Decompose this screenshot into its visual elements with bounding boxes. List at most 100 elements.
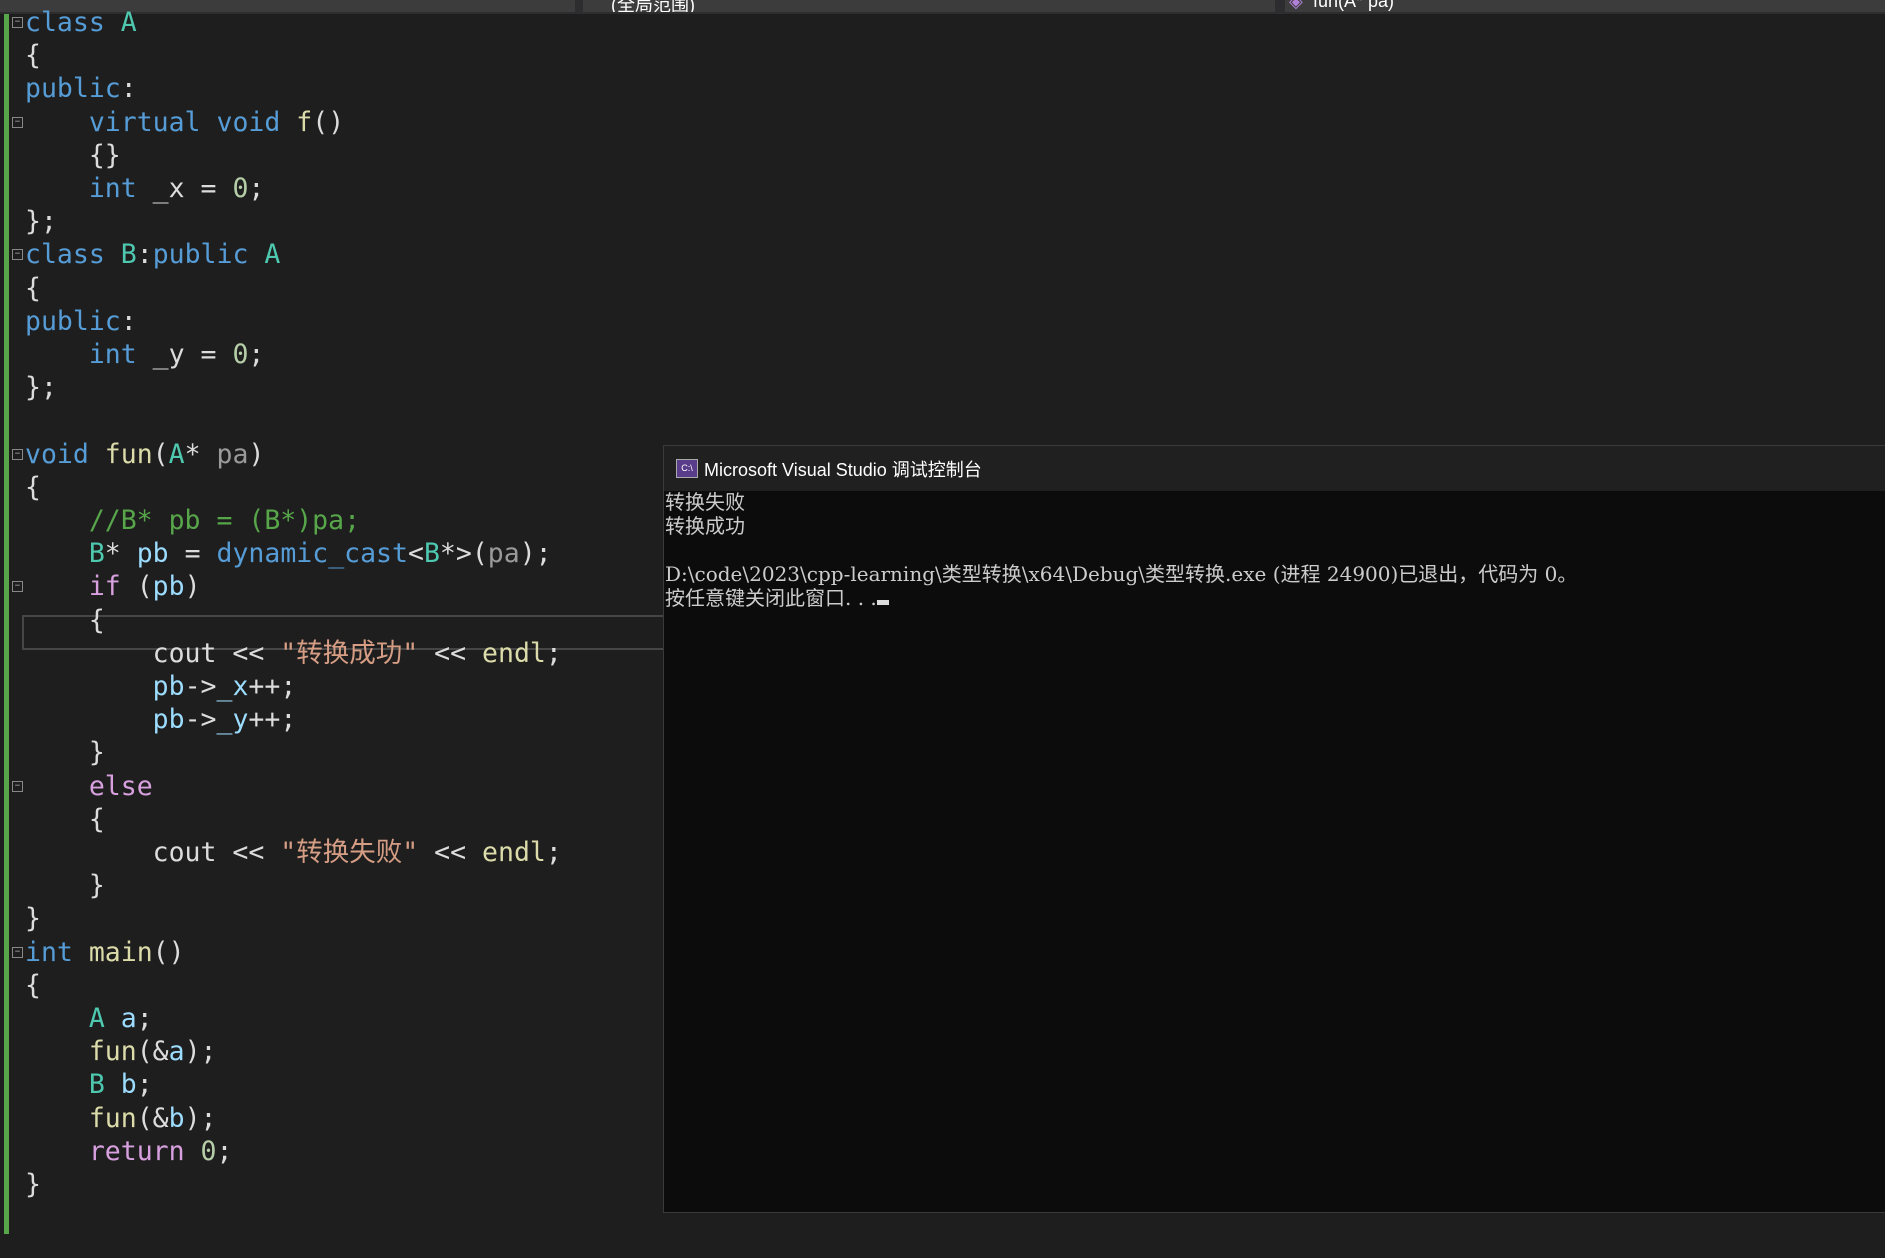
- code-token: A: [120, 7, 137, 38]
- code-line[interactable]: int _x = 0;: [25, 172, 265, 205]
- code-line[interactable]: public:: [25, 72, 137, 105]
- code-line[interactable]: B b;: [25, 1068, 153, 1101]
- code-line[interactable]: cout << "转换成功" << endl;: [25, 637, 562, 670]
- code-line[interactable]: public:: [25, 305, 137, 338]
- code-line[interactable]: pb->_y++;: [25, 703, 297, 736]
- collapse-icon[interactable]: −: [12, 581, 23, 593]
- code-token: (&: [136, 1036, 169, 1068]
- code-token: 0: [232, 339, 249, 370]
- code-token: }: [25, 1169, 41, 1200]
- code-line[interactable]: class B:public A: [25, 238, 280, 271]
- code-line[interactable]: {: [25, 272, 41, 305]
- code-line[interactable]: int main(): [25, 936, 185, 969]
- code-line[interactable]: {: [25, 969, 41, 1002]
- code-line[interactable]: }: [25, 902, 41, 935]
- code-line[interactable]: return 0;: [25, 1135, 233, 1168]
- code-token: {}: [25, 139, 121, 171]
- console-line: 按任意键关闭此窗口. . .: [665, 586, 877, 610]
- code-line[interactable]: //B* pb = (B*)pa;: [25, 504, 360, 537]
- code-token: pa: [216, 438, 249, 470]
- code-line[interactable]: fun(&a);: [25, 1035, 217, 1068]
- code-line[interactable]: {: [25, 803, 105, 836]
- code-token: _y: [216, 704, 249, 736]
- debug-console-window[interactable]: C:\ Microsoft Visual Studio 调试控制台 转换失败 转…: [663, 445, 1885, 1213]
- code-line[interactable]: {: [25, 604, 105, 637]
- code-token: (: [152, 438, 169, 470]
- code-line[interactable]: B* pb = dynamic_cast<B*>(pa);: [25, 537, 552, 570]
- collapse-icon[interactable]: −: [12, 780, 23, 792]
- collapse-icon[interactable]: −: [12, 17, 23, 28]
- code-line[interactable]: }: [25, 869, 105, 902]
- code-token: {: [25, 969, 41, 1001]
- code-line[interactable]: cout << "转换失败" << endl;: [25, 836, 562, 869]
- code-line[interactable]: class A: [25, 6, 137, 39]
- code-token: <<: [418, 637, 483, 669]
- code-token: ->: [184, 671, 217, 702]
- code-line[interactable]: }: [25, 736, 105, 769]
- code-token: ): [184, 571, 201, 603]
- console-line: 转换成功: [665, 514, 745, 538]
- code-token: endl: [482, 837, 546, 868]
- scope-dropdown[interactable]: (全局范围): [583, 0, 1275, 12]
- code-line[interactable]: };: [25, 371, 57, 404]
- console-title-bar[interactable]: C:\ Microsoft Visual Studio 调试控制台: [664, 446, 1885, 491]
- code-token: );: [519, 538, 552, 570]
- code-token: {: [25, 471, 41, 503]
- method-icon: ◈: [1289, 0, 1303, 11]
- code-token: <<: [418, 837, 483, 868]
- code-token: pb: [152, 571, 185, 603]
- navigation-bar: (全局范围) ◈ fun(A* pa): [0, 0, 1885, 14]
- code-token: //B* pb = (B*)pa;: [25, 505, 361, 536]
- code-token: B: [423, 538, 440, 570]
- code-line[interactable]: {}: [25, 139, 121, 172]
- code-token: fun: [104, 438, 153, 470]
- code-line[interactable]: {: [25, 471, 41, 504]
- collapse-icon[interactable]: −: [12, 249, 23, 261]
- code-token: class: [25, 7, 105, 38]
- code-line[interactable]: virtual void f(): [25, 106, 344, 139]
- code-token: <: [407, 538, 424, 570]
- code-token: ->: [184, 704, 217, 736]
- code-token: _x =: [136, 173, 233, 204]
- code-token: "转换成功": [280, 637, 419, 669]
- code-token: B: [120, 239, 137, 271]
- code-token: pa: [487, 538, 520, 570]
- code-token: *: [184, 438, 217, 470]
- code-line[interactable]: A a;: [25, 1002, 153, 1035]
- code-line[interactable]: fun(&b);: [25, 1102, 217, 1135]
- collapse-icon[interactable]: −: [12, 946, 23, 958]
- code-token: A: [88, 1003, 105, 1034]
- code-line[interactable]: }: [25, 1168, 41, 1201]
- member-dropdown[interactable]: ◈ fun(A* pa): [1285, 0, 1885, 12]
- code-token: pb: [136, 538, 169, 570]
- code-line[interactable]: int _y = 0;: [25, 338, 265, 371]
- code-line[interactable]: {: [25, 39, 41, 72]
- scope-dropdown-label: (全局范围): [611, 0, 695, 12]
- code-token: A: [264, 239, 281, 271]
- console-app-icon: C:\: [676, 459, 698, 478]
- code-line[interactable]: void fun(A* pa): [25, 438, 264, 471]
- code-line[interactable]: if (pb): [25, 570, 201, 603]
- code-token: :: [120, 305, 137, 337]
- code-line[interactable]: pb->_x++;: [25, 670, 297, 703]
- code-token: ;: [545, 637, 562, 669]
- collapse-icon[interactable]: −: [12, 116, 23, 128]
- code-token: virtual: [88, 106, 201, 138]
- code-line[interactable]: };: [25, 205, 57, 238]
- code-token: a: [120, 1003, 137, 1034]
- code-token: return: [88, 1135, 185, 1167]
- code-line[interactable]: else: [25, 770, 153, 803]
- code-token: _y =: [136, 339, 233, 370]
- collapse-icon[interactable]: −: [12, 448, 23, 460]
- code-token: (&: [136, 1102, 169, 1134]
- code-token: class: [25, 239, 105, 271]
